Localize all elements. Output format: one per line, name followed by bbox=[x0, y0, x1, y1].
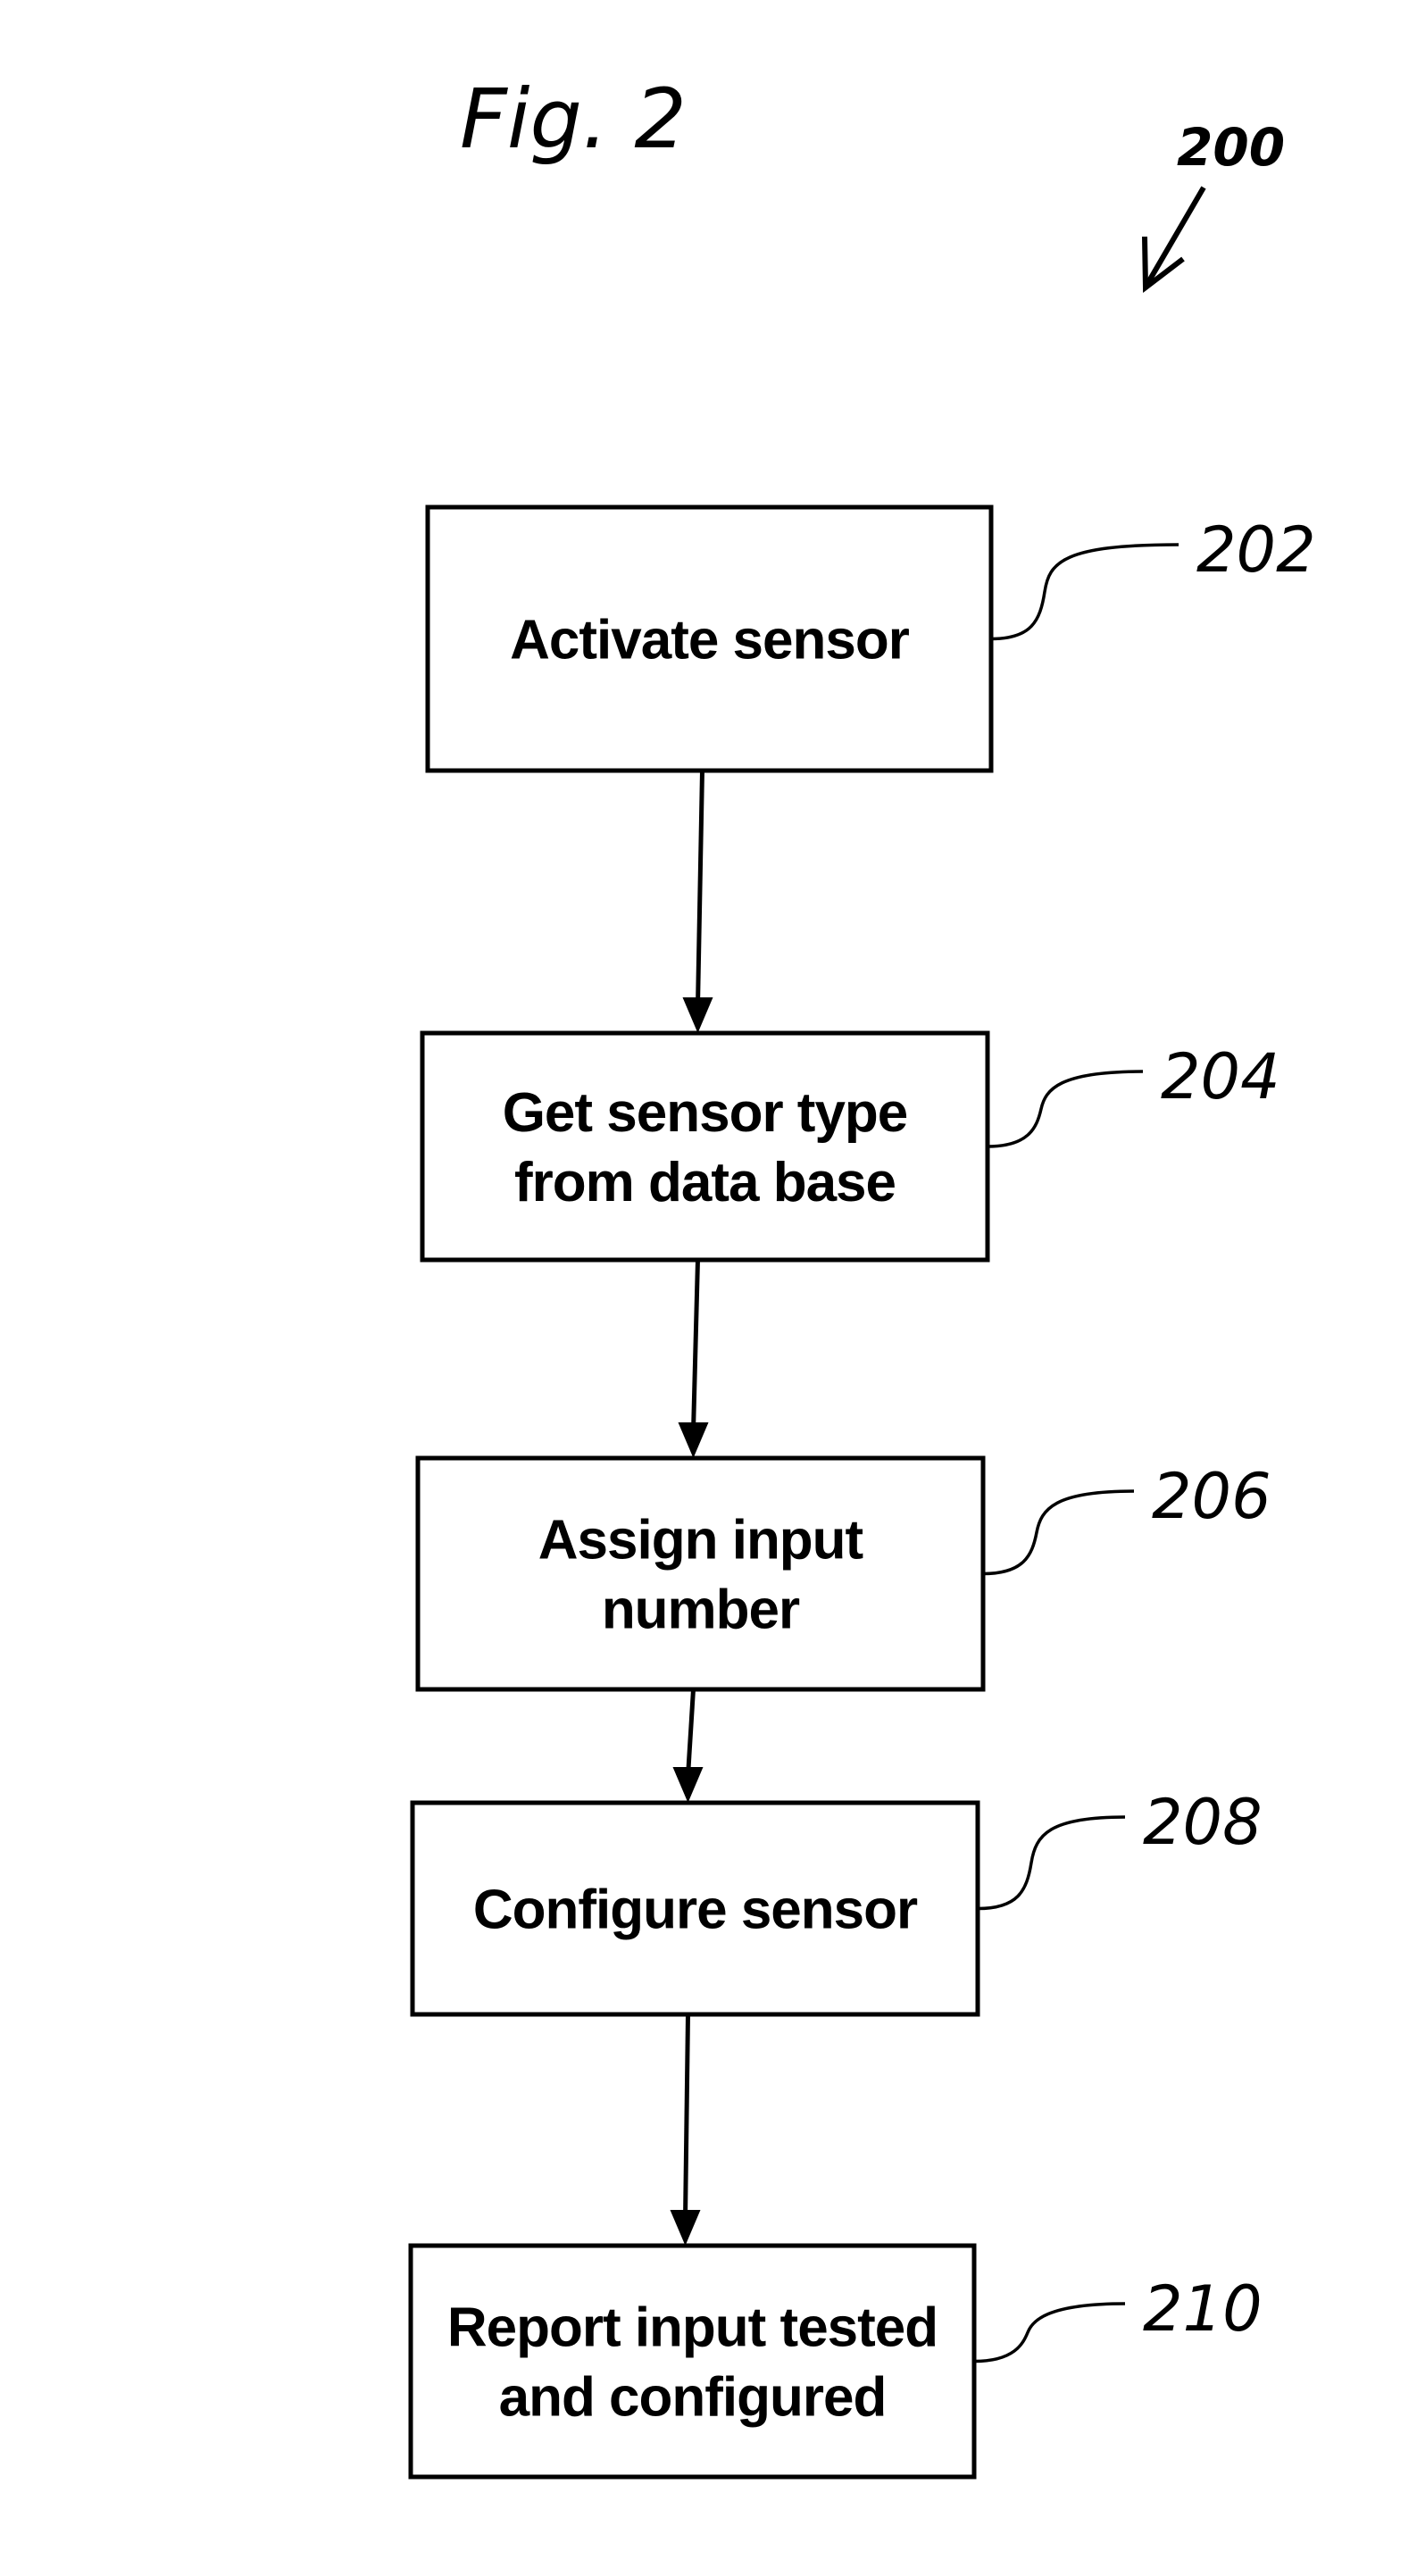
leader-line bbox=[987, 1070, 1144, 1148]
leader-line bbox=[977, 1815, 1126, 1911]
step-box bbox=[420, 1030, 990, 1263]
arrowhead-icon bbox=[670, 2210, 701, 2246]
leader-line bbox=[982, 1489, 1135, 1576]
flow-arrow bbox=[682, 770, 713, 1033]
figure-reference: 200 bbox=[1177, 117, 1285, 178]
step-reference-number: 204 bbox=[1161, 1040, 1280, 1113]
arrowhead-icon bbox=[682, 997, 713, 1033]
step-reference-number: 206 bbox=[1152, 1460, 1271, 1533]
step-204: Get sensor type from data base 204 bbox=[420, 1030, 1280, 1263]
step-label: and configured bbox=[499, 2367, 887, 2429]
figure-title: Fig. 2 bbox=[460, 71, 687, 167]
leader-line bbox=[973, 2302, 1126, 2363]
step-reference-number: 210 bbox=[1143, 2272, 1263, 2346]
step-box bbox=[415, 1455, 986, 1692]
step-label: Get sensor type bbox=[503, 1082, 908, 1144]
step-label: number bbox=[602, 1580, 800, 1641]
arrowhead-icon bbox=[678, 1422, 709, 1458]
flow-arrow bbox=[678, 1259, 709, 1458]
step-label: Activate sensor bbox=[510, 610, 910, 671]
step-reference-number: 208 bbox=[1143, 1786, 1263, 1859]
step-208: Configure sensor 208 bbox=[410, 1786, 1263, 2017]
step-210: Report input tested and configured 210 bbox=[408, 2243, 1263, 2480]
step-reference-number: 202 bbox=[1196, 513, 1316, 587]
arrowhead-icon bbox=[672, 1767, 704, 1803]
step-box bbox=[408, 2243, 977, 2480]
figure-reference-arrow bbox=[1142, 186, 1206, 293]
flowchart: Fig. 2 200 Activate sensor 202 Get sensor … bbox=[408, 71, 1316, 2480]
step-label: from data base bbox=[514, 1152, 896, 1213]
step-label: Assign input bbox=[538, 1510, 863, 1571]
step-label: Configure sensor bbox=[473, 1880, 918, 1941]
flow-arrow bbox=[672, 1688, 704, 1803]
leader-line bbox=[990, 543, 1179, 641]
step-206: Assign input number 206 bbox=[415, 1455, 1271, 1692]
step-label: Report input tested bbox=[447, 2297, 938, 2359]
flow-arrow bbox=[670, 2013, 701, 2246]
step-202: Activate sensor 202 bbox=[425, 504, 1316, 773]
